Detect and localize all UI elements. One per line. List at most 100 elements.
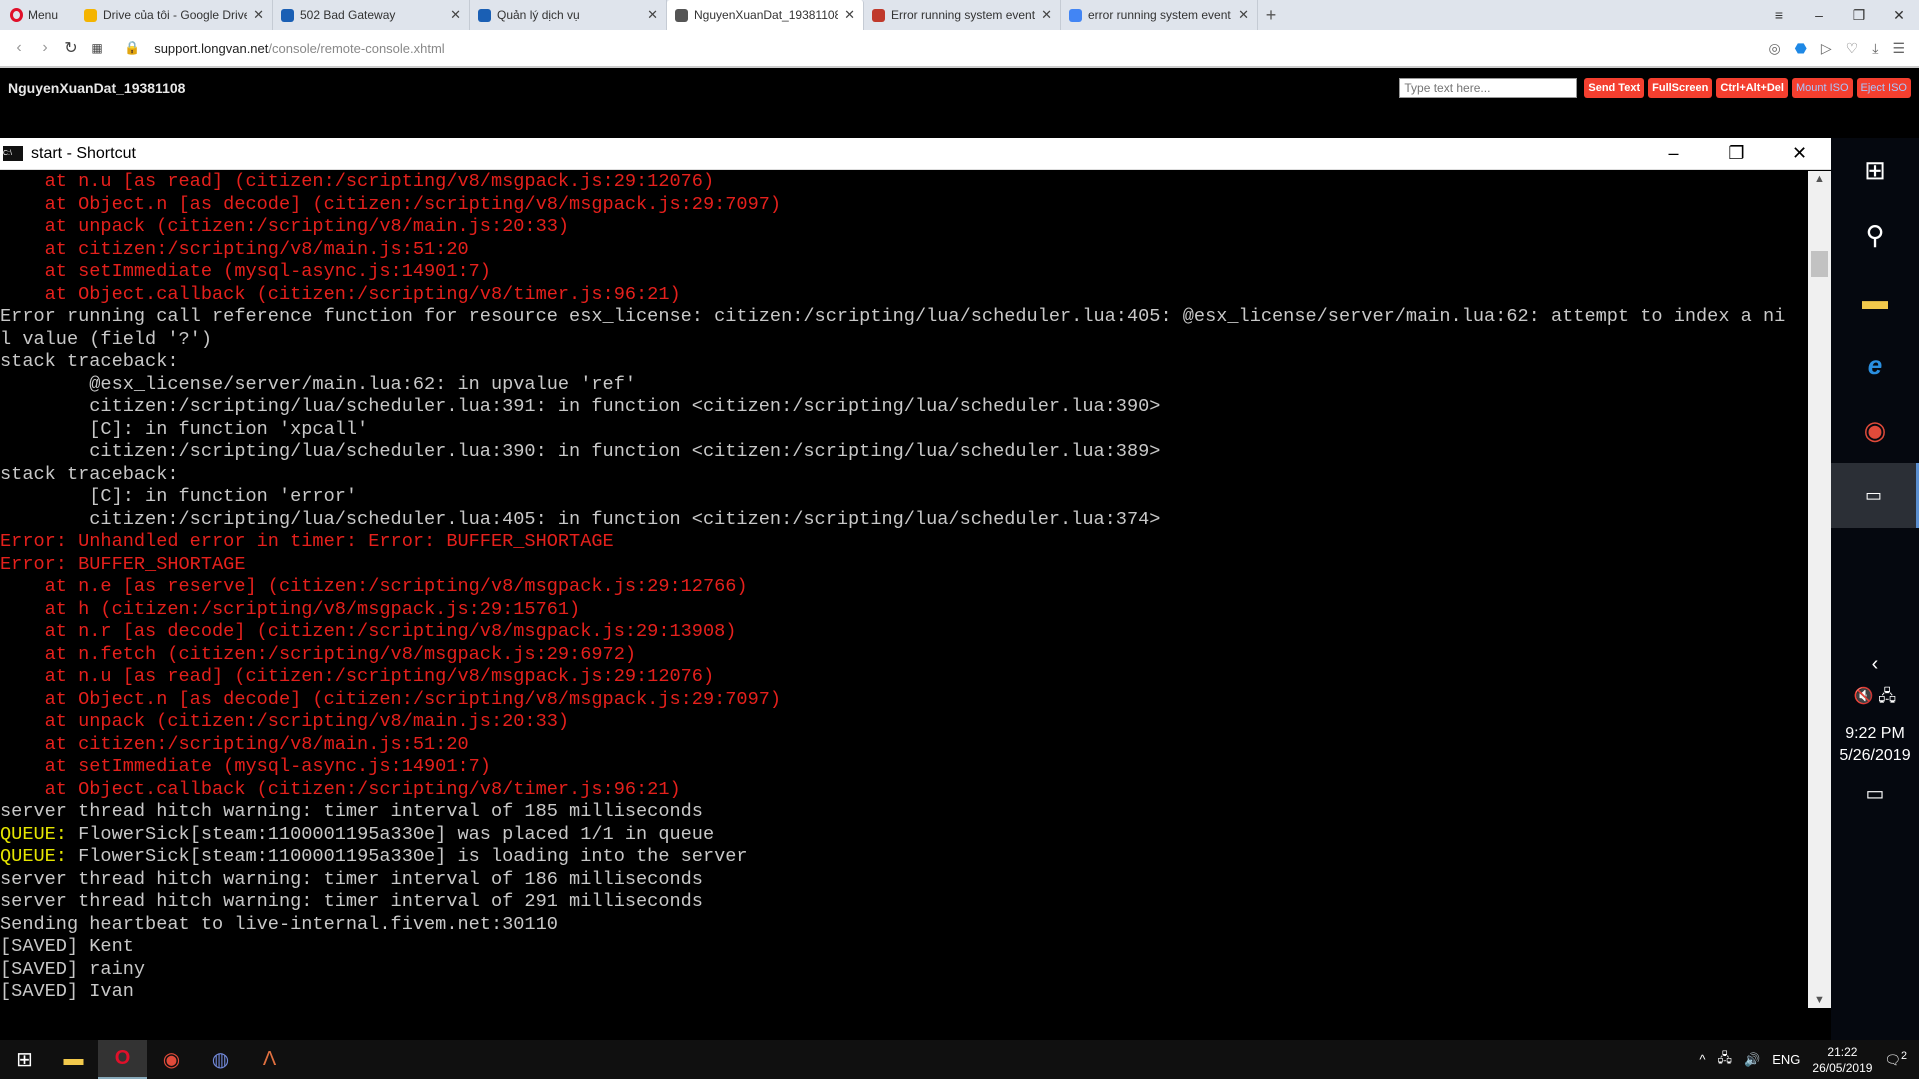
tab-close-icon[interactable]: ✕ [450, 7, 461, 23]
console-line-text: at n.r [as decode] (citizen:/scripting/v… [0, 621, 737, 642]
remote-chrome-icon[interactable]: ◉ [1831, 398, 1919, 463]
remote-ie-icon[interactable]: e [1831, 333, 1919, 398]
console-line-text: Error running call reference function fo… [0, 306, 1786, 327]
start-icon[interactable]: ⊞ [0, 1040, 49, 1079]
action-center-icon[interactable]: 🗨2 [1884, 1050, 1907, 1068]
console-line: @esx_license/server/main.lua:62: in upva… [0, 374, 1808, 397]
console-line: Error running call reference function fo… [0, 306, 1808, 329]
console-line: at Object.callback (citizen:/scripting/v… [0, 284, 1808, 307]
eject-iso-button[interactable]: Eject ISO [1856, 78, 1911, 98]
console-line-text: server thread hitch warning: timer inter… [0, 891, 703, 912]
snapshot-icon[interactable]: ◎ [1768, 40, 1780, 57]
reload-icon[interactable]: ↻ [58, 38, 84, 58]
remote-explorer-icon[interactable]: ▬ [1831, 268, 1919, 333]
minimize-button[interactable]: – [1799, 0, 1839, 30]
heart-icon[interactable]: ♡ [1846, 40, 1859, 57]
extension-icon[interactable]: ⬣ [1795, 40, 1807, 57]
tab-close-icon[interactable]: ✕ [1041, 7, 1052, 23]
console-line: at n.r [as decode] (citizen:/scripting/v… [0, 621, 1808, 644]
tabs-grid-icon[interactable]: ▦ [84, 41, 110, 55]
console-scrollbar[interactable]: ▲ ▼ [1808, 171, 1831, 1008]
app-icon[interactable]: Λ [245, 1040, 294, 1079]
tab-close-icon[interactable]: ✕ [647, 7, 658, 23]
console-title-bar: C:\ start - Shortcut – ❐ ✕ [0, 138, 1831, 170]
console-line: at n.e [as reserve] (citizen:/scripting/… [0, 576, 1808, 599]
remote-date[interactable]: 5/26/2019 [1831, 745, 1919, 767]
browser-tab[interactable]: 502 Bad Gateway ✕ [273, 0, 470, 30]
chrome-icon[interactable]: ◉ [147, 1040, 196, 1079]
language-indicator[interactable]: ENG [1772, 1052, 1800, 1067]
browser-tab[interactable]: Drive của tôi - Google Drive ✕ [76, 0, 273, 30]
remote-show-hidden-icon[interactable]: ‹ [1831, 653, 1919, 675]
console-line-text: at setImmediate (mysql-async.js:14901:7) [0, 756, 491, 777]
tab-favicon-icon [281, 8, 294, 22]
forward-icon[interactable]: › [32, 39, 58, 57]
fullscreen-button[interactable]: FullScreen [1648, 78, 1713, 98]
volume-icon[interactable]: 🔊 [1744, 1052, 1760, 1068]
scroll-up-icon[interactable]: ▲ [1808, 173, 1831, 185]
tab-label: Drive của tôi - Google Drive [103, 8, 248, 22]
console-line: at citizen:/scripting/v8/main.js:51:20 [0, 239, 1808, 262]
show-hidden-icons[interactable]: ^ [1699, 1052, 1705, 1067]
console-restore-button[interactable]: ❐ [1705, 143, 1768, 164]
browser-tab[interactable]: NguyenXuanDat_19381108 ✕ [667, 0, 864, 30]
console-minimize-button[interactable]: – [1642, 143, 1705, 164]
taskbar-clock[interactable]: 21:22 26/05/2019 [1812, 1044, 1872, 1076]
console-line: at setImmediate (mysql-async.js:14901:7) [0, 756, 1808, 779]
remote-notification-icon[interactable]: ▭ [1831, 783, 1919, 805]
mount-iso-button[interactable]: Mount ISO [1791, 78, 1853, 98]
browser-menu-button[interactable]: Menu [0, 0, 76, 30]
remote-cmd-icon[interactable]: ▭ [1831, 463, 1919, 528]
opera-icon[interactable]: O [98, 1040, 147, 1079]
download-icon[interactable]: ⤓ [1872, 40, 1878, 57]
console-line-text: at unpack (citizen:/scripting/v8/main.js… [0, 216, 570, 237]
notification-count: 2 [1900, 1050, 1907, 1063]
console-close-button[interactable]: ✕ [1768, 143, 1831, 164]
scroll-thumb[interactable] [1811, 251, 1828, 277]
console-line: citizen:/scripting/lua/scheduler.lua:405… [0, 509, 1808, 532]
console-line: QUEUE: FlowerSick[steam:1100001195a330e]… [0, 824, 1808, 847]
tab-close-icon[interactable]: ✕ [253, 7, 264, 23]
console-line: at Object.callback (citizen:/scripting/v… [0, 779, 1808, 802]
tab-menu-icon[interactable]: ≡ [1759, 0, 1799, 30]
console-line-text: at Object.callback (citizen:/scripting/v… [0, 283, 681, 305]
url-field[interactable]: support.longvan.net/console/remote-conso… [154, 41, 445, 56]
maximize-button[interactable]: ❐ [1839, 0, 1879, 30]
console-line: Error: Unhandled error in timer: Error: … [0, 531, 1808, 554]
scroll-down-icon[interactable]: ▼ [1808, 994, 1831, 1006]
remote-taskbar: ⊞ ⚲ ▬ e ◉ ▭ ‹ 🔇 🖧 9:22 PM 5/26/2019 ▭ [1831, 138, 1919, 1040]
console-line-text: [C]: in function 'error' [0, 486, 358, 507]
back-icon[interactable]: ‹ [6, 39, 32, 57]
send-text-button[interactable]: Send Text [1584, 78, 1645, 98]
console-line-text: Error: BUFFER_SHORTAGE [0, 553, 246, 575]
muted-speaker-icon[interactable]: 🔇 [1854, 688, 1874, 705]
console-line: [SAVED] rainy [0, 959, 1808, 982]
browser-tab[interactable]: error running system event ✕ [1061, 0, 1258, 30]
network-icon[interactable]: 🖧 [1718, 1049, 1733, 1071]
network-icon[interactable]: 🖧 [1878, 688, 1896, 705]
browser-tab[interactable]: Error running system event ✕ [864, 0, 1061, 30]
close-button[interactable]: ✕ [1879, 0, 1919, 30]
console-line: citizen:/scripting/lua/scheduler.lua:391… [0, 396, 1808, 419]
file-explorer-icon[interactable]: ▬ [49, 1040, 98, 1079]
remote-time[interactable]: 9:22 PM [1831, 723, 1919, 745]
remote-search-icon[interactable]: ⚲ [1831, 203, 1919, 268]
console-line-text: FlowerSick[steam:1100001195a330e] was pl… [66, 823, 715, 845]
easy-setup-icon[interactable]: ☰ [1892, 40, 1905, 57]
console-line-text: stack traceback: [0, 351, 179, 372]
opera-logo-icon [10, 8, 23, 22]
remote-start-icon[interactable]: ⊞ [1831, 138, 1919, 203]
console-line-text: at unpack (citizen:/scripting/v8/main.js… [0, 711, 570, 732]
discord-icon[interactable]: ◍ [196, 1040, 245, 1079]
flow-icon[interactable]: ▷ [1821, 40, 1832, 57]
ctrl-alt-del-button[interactable]: Ctrl+Alt+Del [1716, 78, 1788, 98]
queue-prefix: QUEUE: [0, 823, 67, 845]
tab-close-icon[interactable]: ✕ [1238, 7, 1249, 23]
new-tab-button[interactable]: + [1258, 0, 1284, 30]
console-line-text: citizen:/scripting/lua/scheduler.lua:391… [0, 396, 1161, 417]
tab-close-icon[interactable]: ✕ [844, 7, 855, 23]
console-line-text: at Object.n [as decode] (citizen:/script… [0, 193, 782, 215]
browser-tab[interactable]: Quản lý dịch vụ ✕ [470, 0, 667, 30]
send-text-input[interactable] [1399, 78, 1578, 98]
console-line: at h (citizen:/scripting/v8/msgpack.js:2… [0, 599, 1808, 622]
